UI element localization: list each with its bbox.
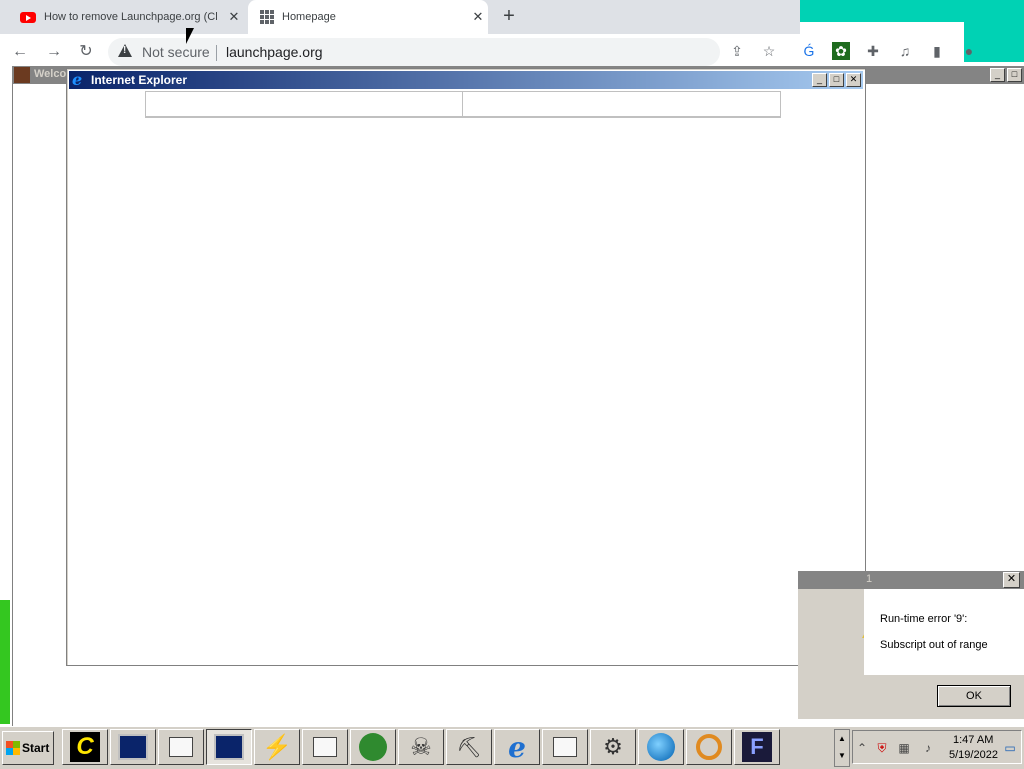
globe-search-icon <box>647 733 675 761</box>
page-table <box>145 91 781 118</box>
clock-date[interactable]: 5/19/2022 <box>949 749 998 761</box>
extensions-puzzle-icon[interactable]: ✚ <box>864 42 882 60</box>
window-title: Internet Explorer <box>91 73 188 87</box>
c-app-icon: C <box>70 732 100 762</box>
show-hidden-icons-icon[interactable]: ⌃ <box>855 741 869 755</box>
network-icon[interactable]: ▦ <box>897 741 911 755</box>
error-message: Run-time error '9': <box>880 613 968 625</box>
clock-time[interactable]: 1:47 AM <box>953 734 993 746</box>
close-tab-icon[interactable]: ✕ <box>468 9 488 25</box>
minimize-button[interactable]: _ <box>812 73 827 87</box>
back-arrow-icon[interactable]: ← <box>10 42 30 62</box>
taskbar-item-internet-explorer[interactable]: e <box>494 729 540 765</box>
taskbar-item-folder[interactable] <box>542 729 588 765</box>
security-alert-icon[interactable]: ⛨ <box>875 741 889 755</box>
green-disc-icon <box>359 733 387 761</box>
monitor-warning-icon <box>118 734 148 760</box>
taskbar-item-monitor-active[interactable] <box>206 729 252 765</box>
taskbar-buttons: C ⚡ ☠ ⛏ e ⚙ F <box>62 729 780 765</box>
taskbar-item-c-app[interactable]: C <box>62 729 108 765</box>
maximize-button[interactable]: □ <box>1007 68 1022 82</box>
f-app-icon: F <box>742 732 772 762</box>
dialog-titlebar[interactable]: 1 ✕ <box>798 571 1024 589</box>
warning-icon <box>118 44 132 57</box>
divider <box>216 45 217 61</box>
desktop-green-strip <box>0 600 10 724</box>
tab-youtube[interactable]: How to remove Launchpage.org (Cl ✕ <box>8 0 244 34</box>
monitor-warning-icon <box>214 734 244 760</box>
taskbar: Start C ⚡ ☠ ⛏ e ⚙ F ▲ ▼ ⌃ ⛨ ▦ ♪ 1:47 AM 5… <box>0 726 1024 769</box>
taskbar-item-gears[interactable]: ⚙ <box>590 729 636 765</box>
taskbar-item-folder[interactable] <box>302 729 348 765</box>
grammar-extension-icon[interactable]: Ǵ <box>800 42 818 60</box>
tab-title: How to remove Launchpage.org (Cl <box>44 11 218 23</box>
tab-homepage[interactable]: Homepage ✕ <box>248 0 488 34</box>
taskbar-item-skull[interactable]: ☠ <box>398 729 444 765</box>
error-dialog: 1 ✕ Run-time error '9': Subscript out of… <box>798 571 1024 719</box>
table-divider <box>462 92 463 116</box>
address-bar[interactable]: Not secure launchpage.org <box>108 38 720 66</box>
desktop-wallpaper-block <box>800 0 1024 22</box>
error-detail: Subscript out of range <box>880 639 988 651</box>
security-label[interactable]: Not secure <box>142 44 210 60</box>
side-panel-icon[interactable]: ▮ <box>928 42 946 60</box>
folder-icon <box>553 737 577 757</box>
close-tab-icon[interactable]: ✕ <box>224 9 244 25</box>
url-text[interactable]: launchpage.org <box>226 44 323 60</box>
reload-icon[interactable]: ↻ <box>76 42 96 62</box>
volume-icon[interactable]: ♪ <box>921 741 935 755</box>
tab-title: Homepage <box>282 11 336 23</box>
profile-avatar-icon[interactable]: ● <box>960 42 978 60</box>
internet-explorer-icon: e <box>508 730 526 764</box>
window-title: Welco <box>34 68 67 80</box>
bookmark-star-icon[interactable]: ☆ <box>760 42 778 60</box>
system-tray: ⌃ ⛨ ▦ ♪ 1:47 AM 5/19/2022 ▭ <box>852 730 1022 764</box>
taskbar-item-pickaxe[interactable]: ⛏ <box>446 729 492 765</box>
maximize-button[interactable]: □ <box>829 73 844 87</box>
apps-grid-icon <box>260 10 274 24</box>
windows-logo-icon <box>6 741 20 755</box>
gear-icon: ⚙ <box>603 734 623 759</box>
dialog-body: Run-time error '9': Subscript out of ran… <box>864 589 1024 675</box>
pickaxe-icon: ⛏ <box>456 736 482 759</box>
browser-toolbar: ← → ↻ Not secure launchpage.org <box>0 34 964 70</box>
new-tab-button[interactable]: + <box>498 6 520 28</box>
close-button[interactable]: ✕ <box>846 73 861 87</box>
close-button[interactable]: ✕ <box>1003 572 1020 588</box>
app-icon <box>14 67 30 83</box>
start-label: Start <box>22 741 50 755</box>
lightning-icon: ⚡ <box>262 733 292 761</box>
internet-explorer-window: e Internet Explorer _ □ ✕ <box>66 68 866 666</box>
forward-arrow-icon[interactable]: → <box>44 42 64 62</box>
tab-strip: How to remove Launchpage.org (Cl ✕ Homep… <box>0 0 800 34</box>
media-controls-icon[interactable]: ♫ <box>896 42 914 60</box>
mouse-cursor <box>186 28 194 44</box>
start-button[interactable]: Start <box>2 731 54 765</box>
taskbar-scroll-arrows[interactable]: ▲ ▼ <box>834 729 850 767</box>
folder-icon <box>313 737 337 757</box>
ie-logo-icon: e <box>72 70 83 89</box>
taskbar-item-folder[interactable] <box>158 729 204 765</box>
green-extension-icon[interactable]: ✿ <box>832 42 850 60</box>
folder-icon <box>169 737 193 757</box>
ie-titlebar[interactable]: e Internet Explorer _ □ ✕ <box>69 71 863 89</box>
youtube-icon <box>20 11 36 23</box>
taskbar-item-globe[interactable] <box>638 729 684 765</box>
dialog-title: 1 <box>866 573 873 585</box>
minimize-button[interactable]: _ <box>990 68 1005 82</box>
taskbar-item-green-disc[interactable] <box>350 729 396 765</box>
taskbar-item-monitor[interactable] <box>110 729 156 765</box>
taskbar-item-f-app[interactable]: F <box>734 729 780 765</box>
show-desktop-icon[interactable]: ▭ <box>1003 741 1017 755</box>
skull-icon: ☠ <box>410 733 432 761</box>
ok-button[interactable]: OK <box>937 685 1011 707</box>
share-icon[interactable]: ⇪ <box>728 42 746 60</box>
taskbar-item-bolt[interactable]: ⚡ <box>254 729 300 765</box>
taskbar-item-swirl[interactable] <box>686 729 732 765</box>
swirl-icon <box>696 734 722 760</box>
